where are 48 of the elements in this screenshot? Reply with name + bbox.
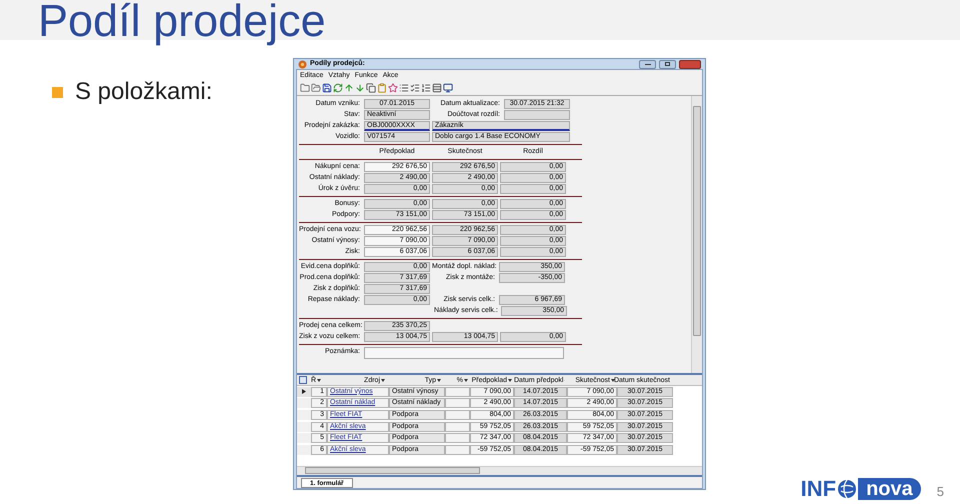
table-icon[interactable] [432,83,442,93]
up-arrow-icon[interactable] [344,83,354,93]
refresh-icon[interactable] [333,83,343,93]
monitor-icon[interactable] [443,83,453,93]
app-icon [298,60,307,68]
row-header-cell[interactable] [297,444,311,455]
slide-title: Podíl prodejce [38,0,327,46]
grid-select-icon[interactable] [299,376,307,384]
logo-badge: nova [858,478,921,500]
grid-cell [445,433,470,444]
row-header-cell[interactable] [297,410,311,420]
list-icon[interactable] [421,83,431,93]
bullet-icon [52,86,63,98]
folder-icon[interactable] [311,83,321,93]
down-arrow-icon[interactable] [355,83,365,93]
maximize-button[interactable] [659,60,676,68]
grid-cell [445,410,470,420]
page-number: 5 [936,484,944,500]
copy-icon[interactable] [366,83,376,93]
logo-text: INF [800,478,836,500]
caret-icon [611,378,615,382]
bullet-text: S položkami: [75,78,212,106]
horizontal-scrollbar[interactable] [297,466,702,475]
grid-cell [445,422,470,432]
caret-icon [464,378,468,382]
list-icon[interactable] [399,83,409,93]
caret-icon [508,378,512,382]
folder-icon[interactable] [300,83,310,93]
row-header-cell[interactable] [297,433,311,444]
row-header-cell[interactable] [297,422,311,432]
caret-icon [437,378,441,382]
clipboard-icon[interactable] [377,83,387,93]
caret-icon [317,378,322,382]
star-icon[interactable] [388,83,398,93]
row-header-cell[interactable] [297,386,311,397]
close-button[interactable] [679,60,701,68]
save-icon[interactable] [322,83,332,93]
note-field[interactable] [364,347,564,359]
vertical-scrollbar[interactable] [691,96,702,373]
list-icon[interactable] [410,83,420,93]
globe-icon [837,479,858,499]
grid-cell [445,444,470,455]
grid-cell [445,398,470,408]
row-pointer-icon [302,389,306,394]
value-field[interactable] [504,110,570,120]
minimize-button[interactable] [639,60,656,68]
caret-icon [381,378,385,382]
row-header-cell[interactable] [297,398,311,408]
